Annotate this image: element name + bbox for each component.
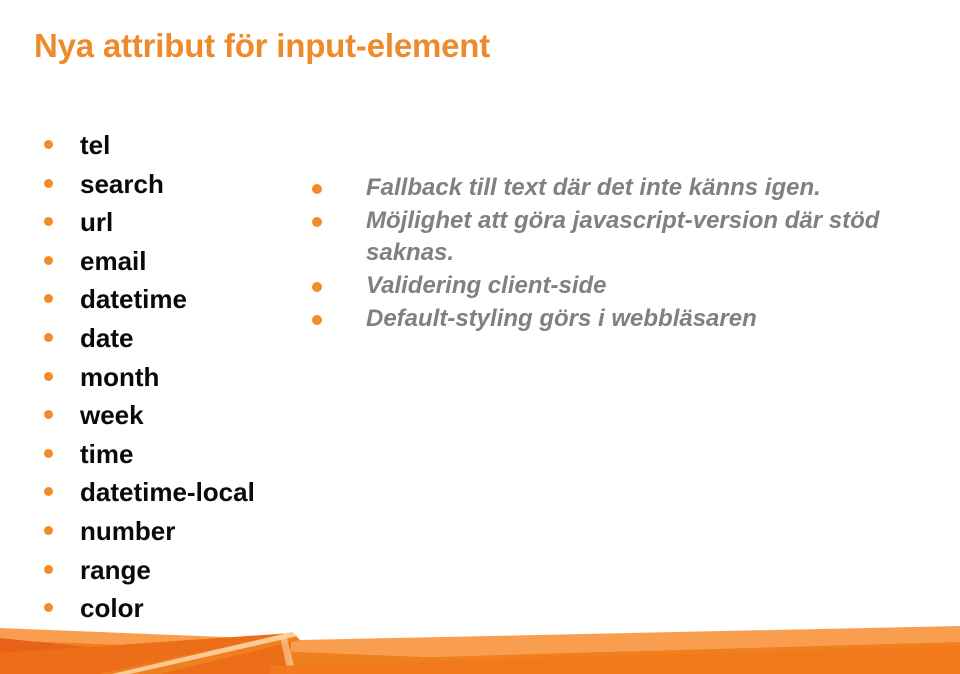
list-item[interactable]: Validering client-side [312, 270, 912, 302]
list-item[interactable]: month [44, 360, 334, 399]
list-item-label: search [80, 168, 164, 199]
ribbon-band-light [0, 626, 960, 657]
list-item[interactable]: time [44, 437, 334, 476]
list-item[interactable]: number [44, 514, 334, 553]
bullet-dot-icon [44, 294, 53, 304]
ribbon-highlight-stripe [112, 632, 298, 674]
list-item[interactable]: week [44, 398, 334, 437]
list-item[interactable]: datetime [44, 282, 334, 321]
list-item-label: color [80, 593, 144, 624]
bullet-dot-icon [312, 184, 322, 194]
benefits-list: Fallback till text där det inte känns ig… [312, 172, 912, 336]
list-item-label: Fallback till text där det inte känns ig… [366, 174, 821, 201]
list-item-label: week [80, 400, 144, 431]
list-item-label: number [80, 515, 176, 546]
bullet-dot-icon [312, 217, 322, 227]
bullet-dot-icon [44, 371, 53, 381]
list-item-label: Validering client-side [366, 272, 607, 299]
list-item[interactable]: email [44, 244, 334, 283]
bullet-dot-icon [44, 525, 53, 535]
slide-canvas: Nya attribut för input-element tel searc… [0, 0, 960, 674]
bullet-dot-icon [44, 410, 53, 420]
ribbon-wedge-left [0, 638, 290, 674]
list-item-label: tel [80, 130, 111, 160]
bullet-dot-icon [44, 332, 53, 342]
bullet-dot-icon [44, 255, 53, 265]
bullet-dot-icon [44, 564, 53, 574]
bullet-dot-icon [44, 178, 53, 188]
ribbon-fold [100, 632, 300, 674]
list-item[interactable]: range [44, 553, 334, 592]
list-item-label: time [80, 438, 134, 469]
ribbon-band-mid [0, 640, 960, 674]
list-item[interactable]: search [44, 167, 334, 206]
ribbon-wedge-main [0, 633, 292, 674]
bullet-dot-icon [44, 603, 53, 613]
bullet-dot-icon [312, 282, 322, 292]
list-item[interactable]: tel [44, 128, 334, 167]
list-item-label: Möjlighet att göra javascript-version dä… [366, 207, 880, 266]
ribbon-highlight-stripe-2 [280, 634, 296, 674]
bullet-dot-icon [44, 140, 53, 149]
bullet-dot-icon [44, 487, 53, 497]
list-item[interactable]: color [44, 591, 334, 630]
list-item-label: datetime-local [80, 477, 255, 508]
bullet-dot-icon [44, 448, 53, 458]
bullet-dot-icon [44, 217, 53, 227]
list-item-label: email [80, 245, 147, 276]
list-item-label: Default-styling görs i webbläsaren [366, 305, 757, 332]
list-item-label: range [80, 554, 151, 585]
ribbon-tail-right [270, 646, 960, 674]
list-item-label: datetime [80, 284, 187, 315]
list-item[interactable]: datetime-local [44, 475, 334, 514]
page-title: Nya attribut för input-element [34, 27, 491, 65]
list-item[interactable]: Möjlighet att göra javascript-version dä… [312, 205, 912, 269]
list-item[interactable]: Fallback till text där det inte känns ig… [312, 172, 912, 204]
list-item[interactable]: Default-styling görs i webbläsaren [312, 303, 912, 335]
list-item-label: month [80, 361, 160, 392]
bullet-dot-icon [312, 315, 322, 325]
list-item[interactable]: date [44, 321, 334, 360]
list-item[interactable]: url [44, 205, 334, 244]
list-item-label: url [80, 207, 114, 238]
list-item-label: date [80, 322, 134, 353]
input-types-list: tel search url email datetime date month [44, 128, 334, 630]
